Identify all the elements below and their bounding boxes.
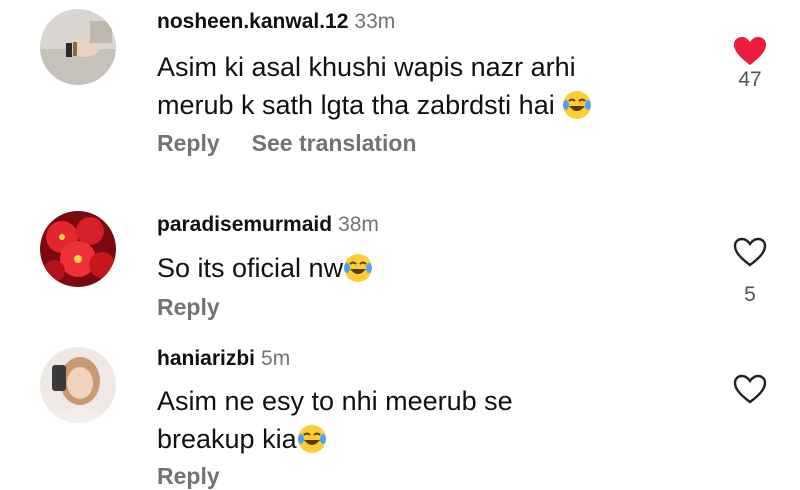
- laughing-tears-emoji-icon: [343, 253, 373, 283]
- see-translation-button[interactable]: See translation: [252, 130, 417, 156]
- like-control: 5: [722, 237, 778, 307]
- timestamp: 5m: [261, 347, 291, 370]
- comment-actions: Reply: [157, 294, 220, 321]
- reply-button[interactable]: Reply: [157, 130, 220, 156]
- username[interactable]: haniarizbi: [157, 347, 255, 370]
- comment-text-line: Asim ne esy to nhi meerub se: [157, 386, 513, 416]
- comment-text-line: Asim ki asal khushi wapis nazr arhi: [157, 52, 576, 82]
- comment-text-line: So its oficial nw: [157, 253, 344, 283]
- comment-actions: Reply: [157, 463, 220, 490]
- avatar[interactable]: [40, 347, 116, 423]
- comment-text: Asim ki asal khushi wapis nazr arhi meru…: [157, 48, 697, 124]
- heart-outline-icon[interactable]: [733, 374, 767, 404]
- laughing-tears-emoji-icon: [562, 90, 592, 120]
- avatar-photo-hand-icon: [40, 9, 116, 85]
- timestamp: 38m: [338, 213, 379, 236]
- avatar[interactable]: [40, 9, 116, 85]
- comment-text: Asim ne esy to nhi meerub se breakup kia: [157, 382, 697, 458]
- comment-text-line: merub k sath lgta tha zabrdsti hai: [157, 90, 555, 120]
- comment-actions: Reply See translation: [157, 130, 417, 157]
- like-control: 47: [722, 36, 778, 92]
- comment-meta: nosheen.kanwal.12 33m: [157, 10, 395, 34]
- comment-meta: paradisemurmaid 38m: [157, 213, 379, 237]
- heart-outline-icon[interactable]: [733, 237, 767, 267]
- timestamp: 33m: [354, 10, 396, 33]
- username[interactable]: paradisemurmaid: [157, 213, 332, 236]
- avatar-selfie-icon: [40, 347, 116, 423]
- reply-button[interactable]: Reply: [157, 463, 220, 489]
- avatar[interactable]: [40, 211, 116, 287]
- reply-button[interactable]: Reply: [157, 294, 220, 320]
- avatar-red-flowers-icon: [40, 211, 116, 287]
- comment-meta: haniarizbi 5m: [157, 347, 290, 371]
- laughing-tears-emoji-icon: [297, 424, 327, 454]
- username[interactable]: nosheen.kanwal.12: [157, 10, 348, 33]
- heart-filled-icon[interactable]: [733, 36, 767, 66]
- like-count: 5: [744, 283, 756, 306]
- like-count: 47: [738, 68, 762, 91]
- comment-text: So its oficial nw: [157, 249, 697, 287]
- comment-text-line: breakup kia: [157, 424, 297, 454]
- like-control: [722, 374, 778, 404]
